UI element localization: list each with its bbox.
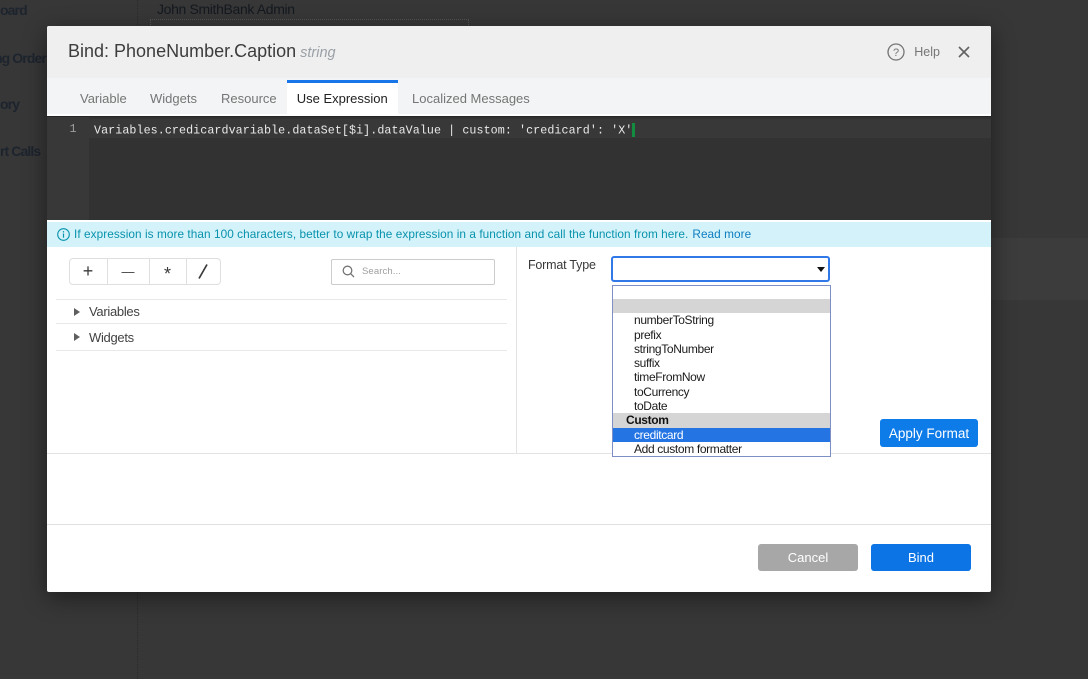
svg-text:?: ? xyxy=(893,47,899,59)
